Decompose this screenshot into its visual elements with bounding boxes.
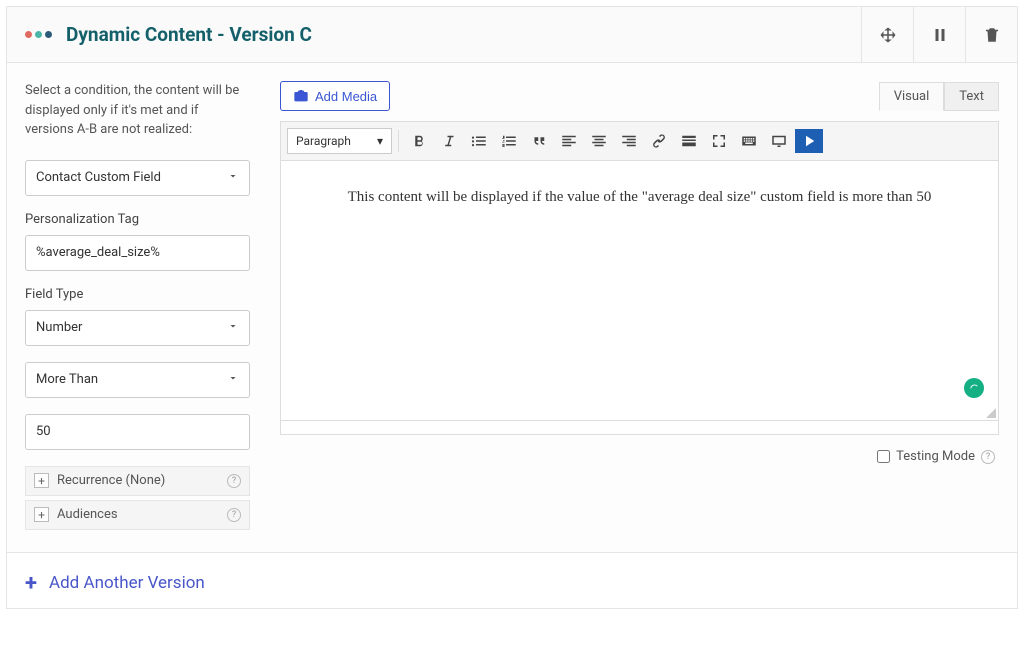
panel-title: Dynamic Content - Version C (66, 23, 861, 46)
condition-select-value: Contact Custom Field (36, 170, 161, 185)
ol-button[interactable] (495, 129, 523, 153)
align-center-icon (590, 132, 608, 150)
align-left-icon (560, 132, 578, 150)
fullscreen-button[interactable] (705, 129, 733, 153)
keyboard-icon (740, 132, 758, 150)
screen-button[interactable] (765, 129, 793, 153)
align-center-button[interactable] (585, 129, 613, 153)
threshold-input[interactable]: 50 (25, 414, 250, 450)
quote-button[interactable] (525, 129, 553, 153)
tab-visual[interactable]: Visual (879, 82, 945, 111)
ul-button[interactable] (465, 129, 493, 153)
chevron-down-icon (227, 372, 239, 388)
ul-icon (470, 132, 488, 150)
plus-icon: + (25, 571, 37, 596)
threshold-value: 50 (36, 424, 51, 439)
add-another-version-button[interactable]: + Add Another Version (7, 552, 1017, 608)
expand-icon: + (34, 507, 49, 522)
audiences-label: Audiences (57, 507, 118, 522)
pause-icon (931, 26, 949, 44)
editor-text: This content will be displayed if the va… (348, 189, 932, 205)
brand-logo (25, 31, 52, 38)
personalization-tag-label: Personalization Tag (25, 212, 250, 227)
recurrence-label: Recurrence (None) (57, 473, 165, 488)
field-type-label: Field Type (25, 287, 250, 302)
trash-icon (983, 26, 1001, 44)
dropdown-arrow-icon: ▾ (377, 134, 383, 148)
personalization-tag-input[interactable]: %average_deal_size% (25, 235, 250, 271)
insert-more-icon (680, 132, 698, 150)
chevron-down-icon (227, 170, 239, 186)
help-icon[interactable]: ? (227, 474, 241, 488)
testing-mode-checkbox[interactable] (877, 450, 890, 463)
link-button[interactable] (645, 129, 673, 153)
quote-icon (530, 132, 548, 150)
delete-button[interactable] (965, 7, 1017, 62)
chevron-down-icon (227, 320, 239, 336)
move-button[interactable] (861, 7, 913, 62)
sidebar-intro: Select a condition, the content will be … (25, 81, 250, 140)
pause-button[interactable] (913, 7, 965, 62)
testing-mode-label: Testing Mode (896, 449, 975, 464)
bold-icon (410, 132, 428, 150)
camera-icon (293, 88, 309, 104)
align-right-button[interactable] (615, 129, 643, 153)
tab-text[interactable]: Text (944, 82, 999, 111)
format-select-value: Paragraph (296, 134, 351, 148)
italic-icon (440, 132, 458, 150)
screen-icon (770, 132, 788, 150)
add-media-button[interactable]: Add Media (280, 81, 390, 111)
resize-handle[interactable] (984, 406, 996, 418)
personalization-tag-value: %average_deal_size% (36, 245, 160, 260)
operator-value: More Than (36, 372, 98, 387)
operator-select[interactable]: More Than (25, 362, 250, 398)
more-button[interactable] (675, 129, 703, 153)
editor-status-bar (280, 421, 999, 435)
refresh-icon (969, 383, 980, 394)
recurrence-accordion[interactable]: + Recurrence (None) ? (25, 466, 250, 496)
dynamic-button[interactable] (795, 129, 823, 153)
editor-toolbar: Paragraph ▾ (280, 121, 999, 161)
add-version-label: Add Another Version (49, 573, 205, 593)
editor-content[interactable]: This content will be displayed if the va… (280, 161, 999, 421)
align-left-button[interactable] (555, 129, 583, 153)
format-select[interactable]: Paragraph ▾ (287, 128, 392, 154)
audiences-accordion[interactable]: + Audiences ? (25, 500, 250, 530)
align-right-icon (620, 132, 638, 150)
keyboard-button[interactable] (735, 129, 763, 153)
help-icon[interactable]: ? (227, 508, 241, 522)
help-icon[interactable]: ? (981, 450, 995, 464)
field-type-select[interactable]: Number (25, 310, 250, 346)
condition-select[interactable]: Contact Custom Field (25, 160, 250, 196)
status-indicator (964, 378, 984, 398)
field-type-value: Number (36, 320, 82, 335)
add-media-label: Add Media (315, 89, 377, 104)
italic-button[interactable] (435, 129, 463, 153)
bold-button[interactable] (405, 129, 433, 153)
expand-icon: + (34, 473, 49, 488)
fullscreen-icon (710, 132, 728, 150)
play-icon (800, 132, 818, 150)
move-icon (879, 26, 897, 44)
link-icon (650, 132, 668, 150)
ol-icon (500, 132, 518, 150)
